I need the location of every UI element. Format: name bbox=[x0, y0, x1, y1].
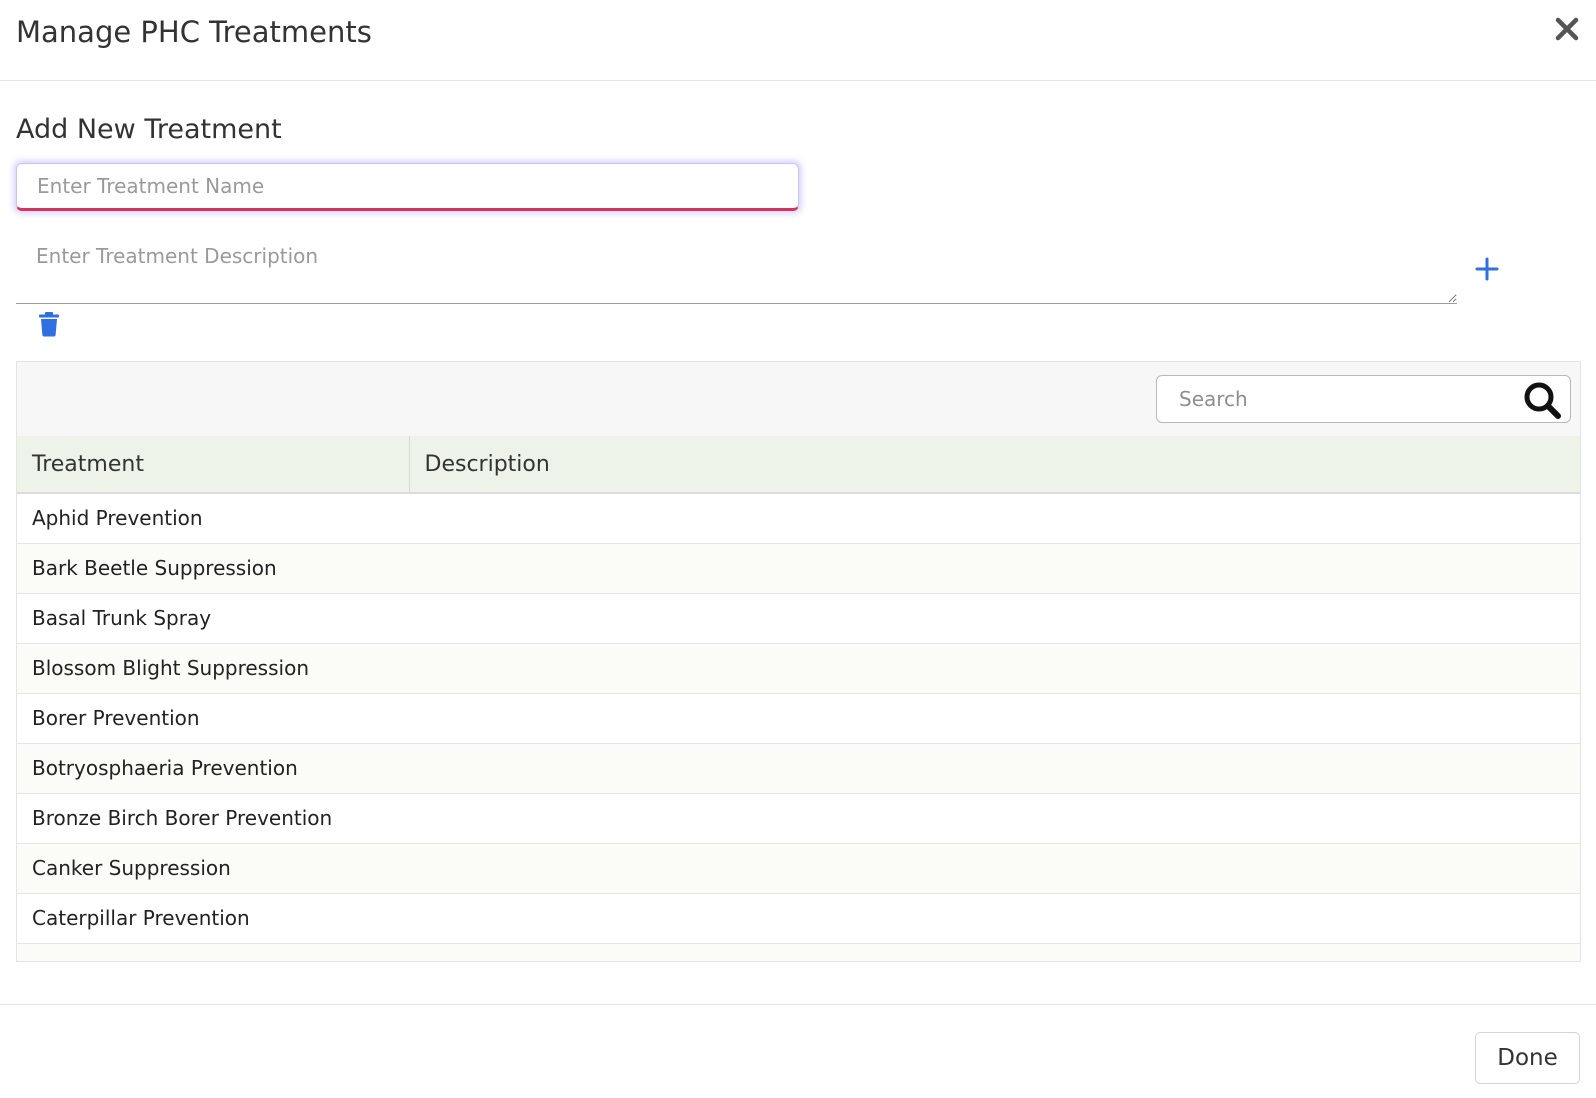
description-cell bbox=[409, 642, 1580, 693]
delete-treatment-button[interactable] bbox=[37, 311, 61, 337]
description-cell bbox=[409, 692, 1580, 743]
plus-icon bbox=[1475, 257, 1499, 281]
table-row-partial[interactable] bbox=[17, 942, 1580, 961]
description-cell bbox=[409, 842, 1580, 893]
treatment-cell: Botryosphaeria Prevention bbox=[17, 742, 409, 793]
search-box bbox=[1156, 375, 1571, 423]
treatments-table-panel: Treatment Description Aphid Prevention B… bbox=[16, 361, 1581, 962]
treatment-cell: Caterpillar Prevention bbox=[17, 892, 409, 943]
search-icon bbox=[1524, 382, 1561, 419]
treatment-cell: Bark Beetle Suppression bbox=[17, 542, 409, 593]
treatment-name-input[interactable] bbox=[16, 163, 799, 211]
treatment-cell: Borer Prevention bbox=[17, 692, 409, 743]
search-button[interactable] bbox=[1522, 380, 1562, 420]
description-cell bbox=[409, 592, 1580, 643]
table-row[interactable]: Borer Prevention bbox=[17, 692, 1580, 743]
treatment-cell: Basal Trunk Spray bbox=[17, 592, 409, 643]
treatment-cell: Canker Suppression bbox=[17, 842, 409, 893]
treatment-cell bbox=[17, 942, 409, 961]
table-row[interactable]: Botryosphaeria Prevention bbox=[17, 742, 1580, 793]
table-row[interactable]: Bark Beetle Suppression bbox=[17, 542, 1580, 593]
search-input[interactable] bbox=[1157, 376, 1507, 422]
description-cell bbox=[409, 892, 1580, 943]
close-button[interactable] bbox=[1552, 14, 1582, 44]
table-header-row: Treatment Description bbox=[17, 436, 1580, 494]
table-row[interactable]: Bronze Birch Borer Prevention bbox=[17, 792, 1580, 843]
modal-header: Manage PHC Treatments bbox=[0, 0, 1596, 81]
description-cell bbox=[409, 493, 1580, 543]
close-icon bbox=[1555, 17, 1579, 41]
table-toolbar bbox=[17, 362, 1580, 436]
done-button[interactable]: Done bbox=[1475, 1032, 1580, 1084]
table-row[interactable]: Aphid Prevention bbox=[17, 493, 1580, 543]
add-treatment-button[interactable] bbox=[1474, 256, 1500, 282]
description-cell bbox=[409, 942, 1580, 961]
column-header-description[interactable]: Description bbox=[409, 436, 1580, 494]
manage-treatments-modal: Manage PHC Treatments Add New Treatment bbox=[0, 0, 1596, 1098]
table-row[interactable]: Basal Trunk Spray bbox=[17, 592, 1580, 643]
treatment-cell: Blossom Blight Suppression bbox=[17, 642, 409, 693]
column-header-treatment[interactable]: Treatment bbox=[17, 436, 410, 494]
table-row[interactable]: Canker Suppression bbox=[17, 842, 1580, 893]
description-cell bbox=[409, 742, 1580, 793]
treatment-description-input[interactable] bbox=[16, 234, 1457, 304]
table-row[interactable]: Caterpillar Prevention bbox=[17, 892, 1580, 943]
modal-footer: Done bbox=[0, 1004, 1596, 1098]
trash-icon bbox=[39, 312, 59, 337]
add-treatment-title: Add New Treatment bbox=[16, 114, 282, 145]
modal-title: Manage PHC Treatments bbox=[16, 15, 372, 49]
treatment-cell: Aphid Prevention bbox=[32, 506, 203, 531]
description-cell bbox=[409, 792, 1580, 843]
treatments-table: Treatment Description Aphid Prevention B… bbox=[17, 436, 1580, 961]
table-row[interactable]: Blossom Blight Suppression bbox=[17, 642, 1580, 693]
treatment-cell: Bronze Birch Borer Prevention bbox=[17, 792, 409, 843]
description-cell bbox=[409, 542, 1580, 593]
